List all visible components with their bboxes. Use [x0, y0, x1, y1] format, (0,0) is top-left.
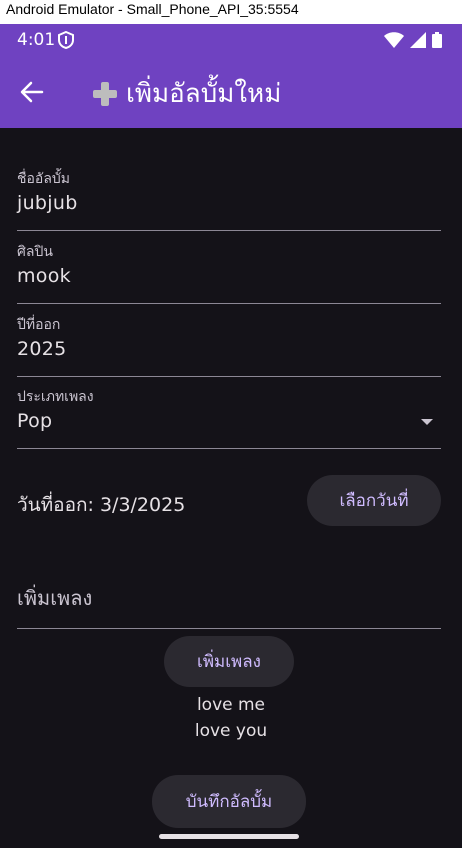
- page-title: เพิ่มอัลบั้มใหม่: [126, 79, 282, 109]
- song-item: love me: [196, 695, 266, 715]
- genre-label: ประเภทเพลง: [17, 389, 94, 405]
- genre-dropdown[interactable]: ประเภทเพลง Pop: [17, 386, 441, 449]
- year-field[interactable]: ปีที่ออก 2025: [17, 314, 441, 377]
- wifi-icon: [384, 32, 404, 52]
- release-date-text: วันที่ออก: 3/3/2025: [17, 494, 186, 516]
- album-name-label: ชื่ออัลบั้ม: [17, 171, 71, 187]
- add-song-placeholder: เพิ่มเพลง: [17, 586, 93, 610]
- pick-date-button[interactable]: เลือกวันที่: [307, 475, 441, 526]
- app-bar: เพิ่มอัลบั้มใหม่: [0, 56, 462, 128]
- artist-label: ศิลปิน: [17, 244, 53, 260]
- status-icons: [384, 32, 442, 52]
- back-arrow-icon[interactable]: [18, 78, 46, 106]
- add-song-button[interactable]: เพิ่มเพลง: [164, 636, 294, 687]
- genre-value: Pop: [17, 410, 53, 432]
- status-bar: 4:01: [0, 24, 462, 56]
- year-value: 2025: [17, 338, 67, 360]
- shield-icon: [58, 30, 74, 53]
- page-title-container: เพิ่มอัลบั้มใหม่: [90, 73, 281, 114]
- window-title: Android Emulator - Small_Phone_API_35:55…: [0, 0, 462, 24]
- home-indicator[interactable]: [159, 834, 299, 839]
- album-name-value: jubjub: [17, 192, 78, 214]
- year-label: ปีที่ออก: [17, 317, 61, 333]
- album-name-field[interactable]: ชื่ออัลบั้ม jubjub: [17, 168, 441, 231]
- plus-icon: [90, 79, 120, 109]
- song-item: love you: [194, 721, 268, 741]
- status-time: 4:01: [17, 30, 56, 50]
- add-song-input[interactable]: เพิ่มเพลง: [17, 572, 441, 629]
- phone-screen: 4:01 เพิ่มอัลบั้มใหม่ ชื่ออัลบั้ม jubjub…: [0, 24, 462, 848]
- artist-field[interactable]: ศิลปิน mook: [17, 241, 441, 304]
- battery-icon: [432, 32, 442, 52]
- dropdown-arrow-icon: [421, 419, 433, 425]
- artist-value: mook: [17, 265, 71, 287]
- save-album-button[interactable]: บันทึกอัลบั้ม: [152, 775, 306, 828]
- signal-icon: [410, 32, 426, 52]
